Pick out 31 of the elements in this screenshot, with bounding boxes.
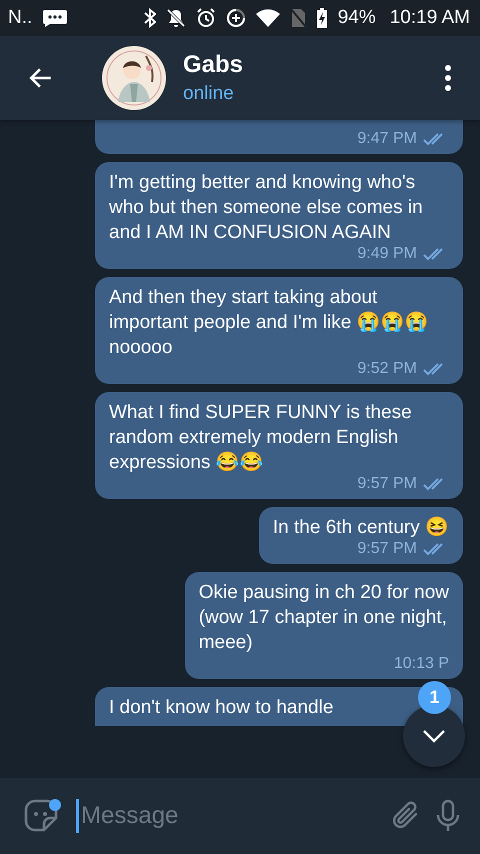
data-saver-icon [226, 8, 246, 28]
message-input-bar[interactable]: Message [0, 778, 480, 854]
contact-name: Gabs [183, 51, 244, 79]
message-field[interactable]: Message [79, 798, 376, 834]
message-time: 9:47 PM [357, 130, 417, 148]
message-text: What I find SUPER FUNNY is these random extremely modern English expressions 😂😂 [109, 401, 413, 475]
charging-battery-icon [316, 8, 328, 28]
sticker-icon[interactable] [22, 798, 62, 834]
wifi-icon [256, 9, 280, 27]
message-text: I don't know how to handle [109, 696, 334, 720]
clock-time: 10:19 AM [390, 7, 470, 29]
message-time: 9:52 PM [357, 360, 417, 378]
message-time: 9:57 PM [357, 540, 417, 558]
muted-bell-icon [166, 8, 186, 28]
message-text: Okie pausing in ch 20 for now (wow 17 chapter in one night, meee) [198, 581, 449, 655]
chevron-down-icon[interactable] [422, 729, 446, 743]
message-time: 9:57 PM [357, 475, 417, 493]
carrier-text: N.. [8, 7, 32, 29]
message-text: I'm getting better and knowing who's who but then someone else comes in and I AM IN CONFUSION AGAIN [109, 171, 424, 245]
bluetooth-icon [144, 8, 156, 28]
no-sim-icon [290, 8, 306, 28]
alarm-icon [196, 8, 216, 28]
message-text: In the 6th century 😆 [272, 516, 449, 540]
battery-percent: 94% [338, 7, 376, 29]
message-time: 9:49 PM [357, 245, 417, 263]
message-icon [42, 9, 68, 27]
message-text: And then they start taking about important people and I'm like 😭😭😭 nooooo [109, 286, 430, 360]
message-time: 10:13 P [394, 655, 449, 673]
microphone-icon[interactable] [436, 799, 460, 833]
online-status: online [183, 83, 235, 105]
vertical-dots-icon[interactable] [444, 64, 452, 92]
